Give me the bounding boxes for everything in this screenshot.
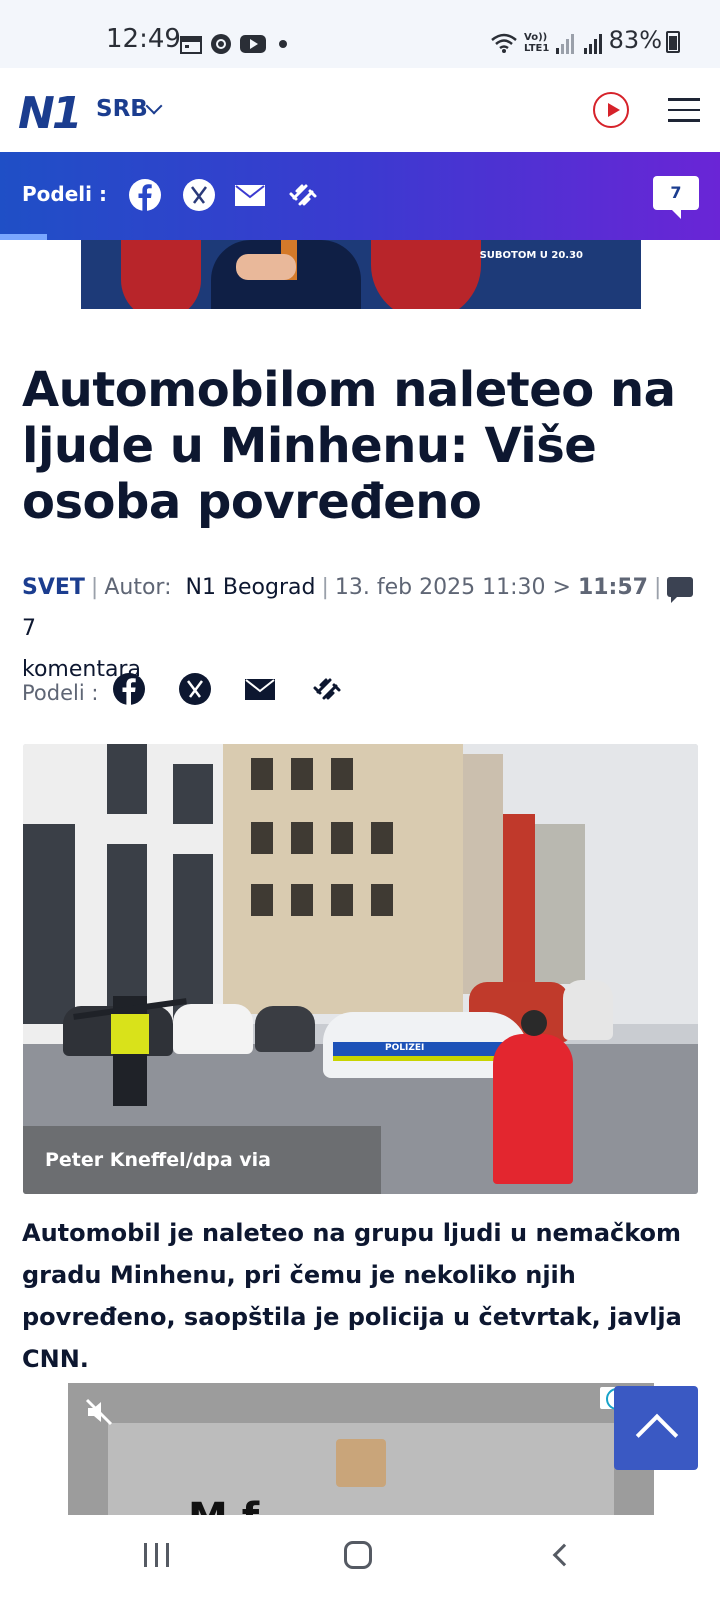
mute-icon[interactable] (84, 1397, 114, 1427)
category-link[interactable]: SVET (22, 575, 85, 600)
author-label: Autor: (104, 575, 172, 600)
link-icon[interactable] (286, 178, 320, 212)
system-nav-bar (0, 1515, 720, 1600)
youtube-icon (240, 35, 266, 53)
chrome-icon (211, 34, 231, 54)
article-headline: Automobilom naleteo na ljude u Minhenu: … (22, 362, 676, 530)
facebook-icon[interactable] (128, 178, 162, 212)
mail-icon[interactable] (244, 672, 276, 706)
ad-banner-text: SUBOTOM U 20.30 (479, 250, 583, 261)
play-icon[interactable] (593, 92, 629, 128)
mail-icon[interactable] (234, 178, 266, 212)
x-icon[interactable] (182, 178, 216, 212)
x-icon[interactable] (178, 672, 212, 706)
ad-banner-top[interactable]: SUBOTOM U 20.30 (81, 240, 641, 309)
ad-partial-text: M f (188, 1495, 259, 1515)
signal-icon (556, 34, 574, 54)
chevron-down-icon[interactable] (145, 97, 163, 115)
battery-icon (666, 31, 680, 53)
recent-apps-icon[interactable] (144, 1543, 170, 1567)
link-icon[interactable] (310, 672, 344, 706)
police-car-text: POLIZEI (385, 1043, 425, 1053)
police-officer (73, 996, 187, 1106)
back-icon[interactable] (552, 1543, 576, 1567)
facebook-icon[interactable] (112, 672, 146, 706)
dot-icon (279, 40, 287, 48)
article-photo[interactable]: POLIZEI Peter Kneffel/dpa via AP/Tanjug (23, 744, 698, 1194)
article-lead: Automobil je naleteo na grupu ljudi u ne… (22, 1219, 682, 1373)
share-label-inline: Podeli : (22, 681, 99, 705)
calendar-icon (180, 36, 202, 54)
battery-percent: 83% (608, 26, 662, 54)
article-date: 13. feb 2025 11:30 > (334, 575, 571, 600)
site-header: N1 SRB (0, 68, 720, 152)
comment-count-badge[interactable]: 7 (653, 176, 699, 219)
reading-progress-bar (0, 234, 47, 240)
volte-icon: Vo)) LTE1 (524, 32, 550, 54)
signal-icon (584, 34, 602, 54)
comment-icon[interactable] (667, 577, 694, 603)
paramedic (493, 1010, 573, 1184)
region-selector[interactable]: SRB (96, 96, 148, 122)
status-bar: 12:49 Vo)) LTE1 83% (0, 0, 720, 68)
scroll-to-top-button[interactable] (614, 1386, 698, 1470)
author-name[interactable]: N1 Beograd (185, 575, 315, 600)
ad-banner-bottom[interactable]: M f (68, 1383, 654, 1515)
share-bar: Podeli : 7 (0, 152, 720, 240)
hamburger-icon[interactable] (668, 98, 700, 122)
home-icon[interactable] (344, 1541, 372, 1569)
comments-count[interactable]: 7 (22, 616, 36, 641)
photo-caption: Peter Kneffel/dpa via AP/Tanjug (23, 1126, 381, 1194)
ad-thumbnail (336, 1439, 386, 1487)
share-label: Podeli : (22, 182, 107, 206)
wifi-icon (491, 33, 517, 53)
n1-logo[interactable]: N1 (18, 88, 82, 139)
article-updated: 11:57 (577, 575, 648, 600)
status-time: 12:49 (106, 24, 181, 54)
